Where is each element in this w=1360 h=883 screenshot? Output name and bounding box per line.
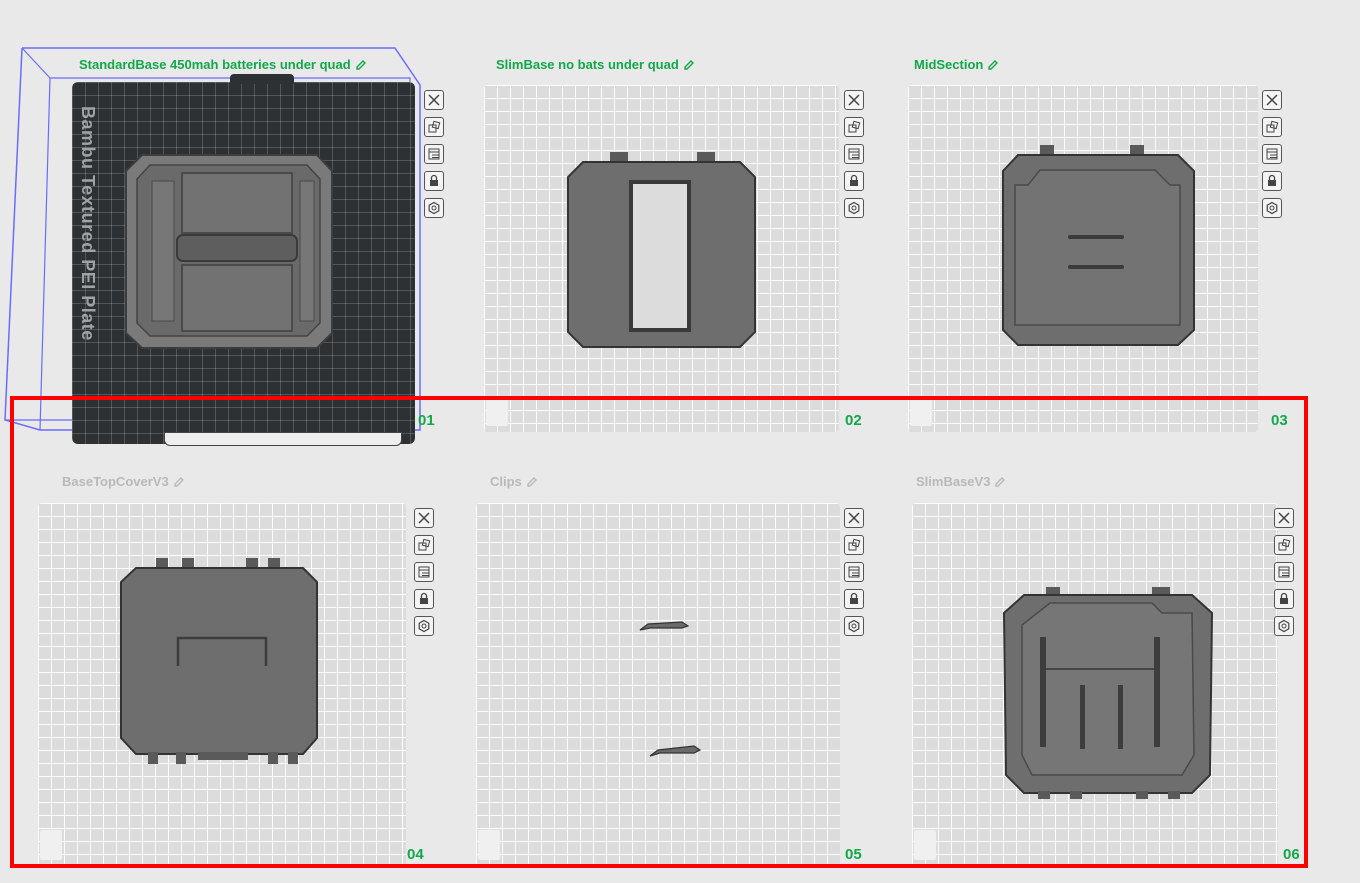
model-standardbase[interactable] <box>122 143 337 353</box>
plate-toolbar <box>1262 90 1282 218</box>
arrange-icon[interactable] <box>424 117 444 137</box>
settings-icon[interactable] <box>424 198 444 218</box>
lock-icon[interactable] <box>1262 171 1282 191</box>
settings-icon[interactable] <box>844 198 864 218</box>
model-midsection[interactable] <box>1000 145 1197 350</box>
lock-icon[interactable] <box>424 171 444 191</box>
bed-label: Bambu Textured PEI Plate <box>78 106 98 341</box>
model-slimbase[interactable] <box>565 152 760 352</box>
edit-icon[interactable] <box>987 59 999 71</box>
plate-toolbar <box>424 90 444 218</box>
close-icon[interactable] <box>424 90 444 110</box>
layout-icon[interactable] <box>1262 144 1282 164</box>
edit-icon[interactable] <box>683 59 695 71</box>
layout-icon[interactable] <box>424 144 444 164</box>
lock-icon[interactable] <box>844 171 864 191</box>
settings-icon[interactable] <box>1262 198 1282 218</box>
close-icon[interactable] <box>844 90 864 110</box>
plate-toolbar <box>844 90 864 218</box>
edit-icon[interactable] <box>355 59 367 71</box>
plate-title[interactable]: MidSection <box>914 57 999 72</box>
close-icon[interactable] <box>1262 90 1282 110</box>
plate-title[interactable]: SlimBase no bats under quad <box>496 57 695 72</box>
arrange-icon[interactable] <box>844 117 864 137</box>
plate-title[interactable]: StandardBase 450mah batteries under quad <box>79 57 367 72</box>
arrange-icon[interactable] <box>1262 117 1282 137</box>
plate-tab <box>230 74 294 84</box>
layout-icon[interactable] <box>844 144 864 164</box>
selection-rectangle <box>10 396 1308 868</box>
